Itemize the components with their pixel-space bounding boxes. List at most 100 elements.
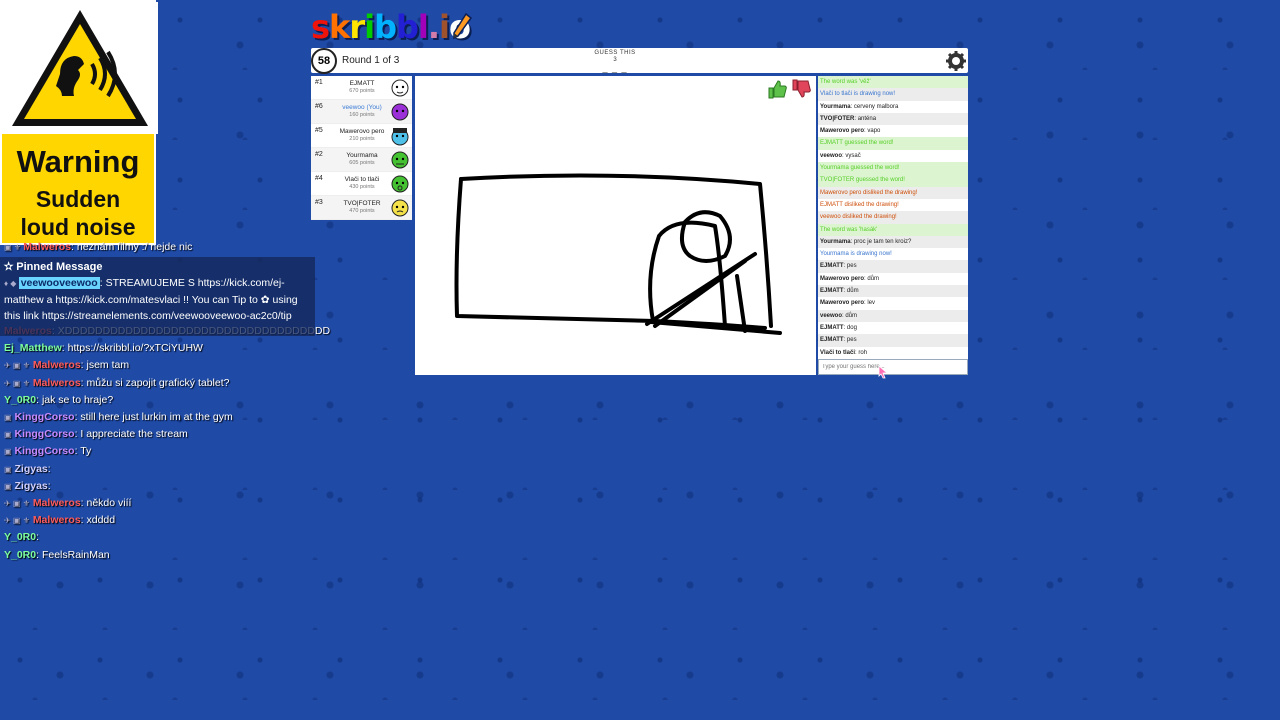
chat-text: : můžu si zapojit grafický tablet?: [80, 376, 230, 389]
game-chat-text: EJMATT disliked the drawing!: [820, 201, 899, 208]
game-chat-text: vysač: [845, 152, 861, 159]
game-chat-message: EJMATT: pes: [818, 334, 968, 347]
game-chat-text: pes: [846, 263, 857, 270]
drawing-canvas[interactable]: [415, 76, 816, 375]
game-chat-text: lev: [867, 300, 876, 307]
drawing-strokes: [454, 173, 782, 335]
game-chat-message: veewoo: dům: [818, 309, 968, 322]
thumbs-up-icon[interactable]: [766, 78, 788, 100]
pinned-line: matthew a https://kick.com/matesvlaci !!…: [4, 294, 298, 306]
player-row[interactable]: #2 Yourmama 605 points: [311, 148, 412, 172]
chat-message: ▣ KinggCorso: I appreciate the stream: [4, 428, 188, 440]
chat-message: ▣ Zigyas:: [4, 480, 51, 492]
chat-username[interactable]: Y_0R0: [4, 394, 36, 406]
badge-icons: ✈ ▣ ⚜: [4, 516, 30, 526]
game-chat-text: The word was 'hasák': [820, 226, 878, 233]
chat-username[interactable]: Malweros: [33, 497, 81, 509]
chat-username[interactable]: Y_0R0: [4, 549, 36, 561]
chat-text: :: [36, 531, 40, 544]
chat-message: ▣ KinggCorso: still here just lurkin im …: [4, 411, 233, 423]
chat-username[interactable]: Malweros: [33, 359, 81, 371]
thumbs-down-icon[interactable]: [790, 78, 812, 100]
player-row[interactable]: #5 Mawerovo pero 210 points: [311, 124, 412, 148]
game-chat-message: Mawerovo pero disliked the drawing!: [818, 186, 968, 199]
chat-username[interactable]: KinggCorso: [14, 428, 74, 440]
pinned-message: ✫ Pinned Message ♦ ◆ veewooveewoo: STREA…: [0, 257, 315, 336]
avatar: [391, 199, 409, 217]
player-row[interactable]: #3 TVO|FOTER 470 points: [311, 196, 412, 220]
chat-text: : still here just lurkin im at the gym: [74, 411, 233, 423]
player-row[interactable]: #1 EJMATT 670 points: [311, 76, 412, 100]
badge-icons: ▣: [4, 464, 12, 474]
player-row[interactable]: #4 Vlači to tlači 430 points: [311, 172, 412, 196]
chat-text: : Ty: [74, 445, 92, 458]
chat-text: : někdo viíí: [80, 497, 132, 509]
player-points: 210 points: [349, 136, 375, 142]
chat-text: : FeelsRainMan: [36, 548, 110, 561]
chat-username[interactable]: KinggCorso: [14, 445, 74, 457]
player-rank: #1: [315, 79, 323, 86]
player-name: veewoo (You): [342, 104, 382, 111]
chat-text: : jsem tam: [80, 359, 130, 372]
game-chat-user: EJMATT: [820, 324, 844, 331]
game-chat-text: Mawerovo pero disliked the drawing!: [820, 189, 918, 196]
loud-noise-icon: [12, 10, 148, 126]
skribbl-logo: skribbl.io: [311, 8, 471, 46]
chat-username[interactable]: Y_0R0: [4, 531, 36, 543]
game-chat-text: dům: [845, 312, 858, 319]
player-name: Yourmama: [346, 152, 378, 159]
game-chat-text: pes: [846, 337, 857, 344]
game-chat-message: EJMATT: pes: [818, 260, 968, 273]
player-row[interactable]: #6 veewoo (You) 160 points: [311, 100, 412, 124]
game-chat-text: Yourmama guessed the word!: [820, 165, 900, 172]
word-blanks: _ _ _: [602, 63, 628, 73]
chat-username[interactable]: Zigyas: [14, 463, 47, 475]
game-chat-user: Mawerovo pero: [820, 300, 865, 307]
badge-icons: ✈ ▣ ⚜: [4, 499, 30, 508]
avatar: [391, 175, 409, 193]
chat-message: Y_0R0: FeelsRainMan: [4, 549, 110, 561]
chat-username[interactable]: Zigyas: [14, 480, 47, 492]
game-chat-user: veewoo: [820, 312, 843, 319]
chat-username[interactable]: Malweros: [33, 377, 81, 389]
game-chat-message: veewoo disliked the drawing!: [818, 211, 968, 224]
game-chat-message: veewoo: vysač: [820, 152, 861, 159]
chat-text: :: [47, 462, 51, 475]
warning-subtitle: Sudden loud noise: [2, 185, 154, 241]
game-chat-message: EJMATT guessed the word!: [818, 137, 968, 150]
player-list: #1 EJMATT 670 points #6 veewoo (You) 160…: [311, 76, 412, 220]
game-chat-text: EJMATT guessed the word!: [820, 140, 894, 147]
game-chat-text: Vlači to tlači is drawing now!: [820, 91, 896, 98]
player-rank: #3: [315, 199, 323, 206]
game-chat-message: EJMATT: dům: [818, 285, 968, 298]
game-chat-user: Mawerovo pero: [820, 275, 865, 282]
avatar: [391, 151, 409, 169]
game-chat-user: Mawerovo pero: [820, 128, 865, 135]
game-chat-message: Yourmama: proc je tam ten kroiz?: [818, 235, 968, 249]
player-points: 430 points: [349, 184, 375, 190]
game-chat-user: Yourmama: [820, 103, 851, 110]
badge-icons: ✈ ▣ ⚜: [4, 378, 30, 388]
chat-message: ▣ KinggCorso: Ty: [4, 445, 91, 457]
guess-input[interactable]: [818, 359, 968, 375]
player-name: TVO|FOTER: [343, 200, 381, 207]
badge-icons: ▣: [4, 481, 12, 491]
chat-username[interactable]: Ej_Matthew: [4, 342, 62, 354]
badge-icons: ▣: [4, 430, 12, 440]
chat-text: : jak se to hraje?: [36, 393, 114, 406]
chat-message: ✈ ▣ ⚜ Malweros: jsem tam: [4, 359, 129, 371]
game-chat-message: EJMATT disliked the drawing!: [818, 199, 968, 211]
warning-sign: Warning Sudden loud noise: [0, 0, 158, 245]
game-chat-user: EJMATT: [820, 263, 844, 270]
gear-icon[interactable]: [945, 50, 967, 72]
game-chat-message: Mawerovo pero: lev: [820, 300, 876, 307]
game-chat-message: The word was 'hasák': [818, 223, 968, 236]
game-chat-text: dům: [867, 275, 880, 282]
player-rank: #5: [315, 127, 323, 134]
chat-username[interactable]: Malweros: [33, 514, 81, 526]
warning-title: Warning: [16, 144, 140, 179]
chat-username[interactable]: KinggCorso: [14, 411, 74, 423]
chat-message: ✈ ▣ ⚜ Malweros: xdddd: [4, 514, 115, 526]
game-chat-user: veewoo: [820, 152, 843, 159]
round-indicator: Round 1 of 3: [342, 55, 400, 66]
